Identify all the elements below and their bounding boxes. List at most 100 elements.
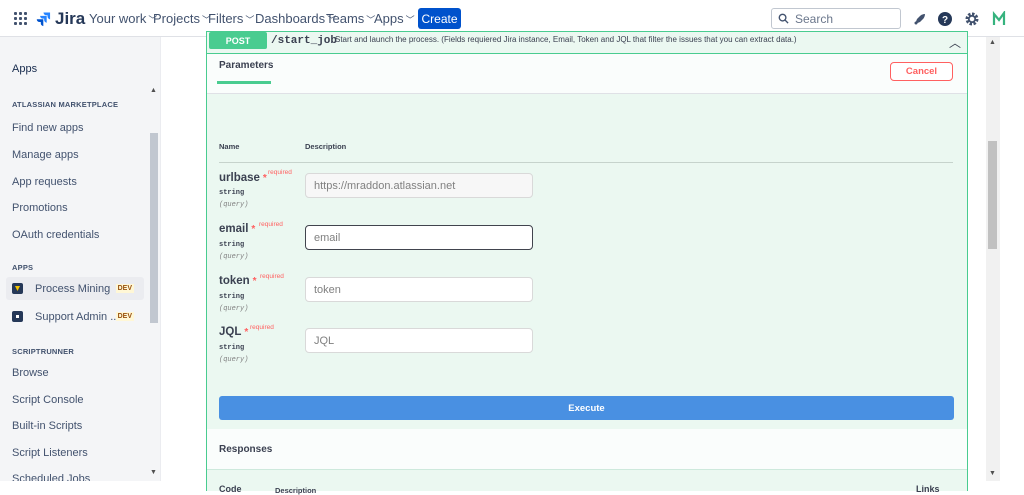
tab-underline xyxy=(217,81,271,84)
dev-badge: DEV xyxy=(115,284,134,293)
nav-teams[interactable]: Teams ﹀ xyxy=(326,11,375,26)
execute-button[interactable]: Execute xyxy=(219,396,954,420)
sidebar-scrollbar-thumb[interactable] xyxy=(150,133,158,323)
param-name-token: token * xyxy=(219,275,257,287)
section-heading-marketplace: ATLASSIAN MARKETPLACE xyxy=(12,100,119,109)
sidebar-item-find-new-apps[interactable]: Find new apps xyxy=(12,122,84,134)
svg-text:?: ? xyxy=(942,15,948,26)
sidebar-item-script-console[interactable]: Script Console xyxy=(12,394,84,406)
nav-projects[interactable]: Projects ﹀ xyxy=(153,11,211,26)
operation-header[interactable]: POST /start_job Start and launch the pro… xyxy=(207,32,967,54)
param-location: (query) xyxy=(219,305,249,313)
nav-apps[interactable]: Apps ﹀ xyxy=(374,11,415,26)
scroll-up-arrow-icon[interactable]: ▲ xyxy=(150,87,157,94)
required-label: required xyxy=(259,221,283,228)
nav-dashboards[interactable]: Dashboards ﹀ xyxy=(255,11,336,26)
nav-label: Dashboards xyxy=(255,11,326,26)
param-location: (query) xyxy=(219,201,249,209)
jira-logo-icon xyxy=(36,11,51,26)
nav-label: Filters xyxy=(208,11,244,26)
cancel-button[interactable]: Cancel xyxy=(890,62,953,81)
required-star: * xyxy=(251,224,256,235)
parameters-bar xyxy=(207,54,967,94)
page-scrollbar-thumb[interactable] xyxy=(988,141,997,249)
notifications-icon[interactable] xyxy=(912,11,928,27)
required-star: * xyxy=(252,276,257,287)
responses-col-description: Description xyxy=(275,486,317,495)
operation-summary: Start and launch the process. (Fields re… xyxy=(335,35,797,44)
param-type: string xyxy=(219,293,245,301)
responses-title: Responses xyxy=(219,444,273,455)
page-scrollbar[interactable] xyxy=(986,37,1000,481)
sidebar-item-oauth-credentials[interactable]: OAuth credentials xyxy=(12,229,99,241)
search-placeholder: Search xyxy=(795,11,834,26)
col-header-description: Description xyxy=(305,142,347,151)
sidebar-item-built-in-scripts[interactable]: Built-in Scripts xyxy=(12,420,82,432)
main-content: POST /start_job Start and launch the pro… xyxy=(162,31,986,495)
sidebar-item-browse[interactable]: Browse xyxy=(12,367,49,379)
param-type: string xyxy=(219,344,245,352)
support-admin-app-icon xyxy=(12,311,23,322)
sidebar: Apps ATLASSIAN MARKETPLACE Find new apps… xyxy=(0,37,161,481)
param-name: email xyxy=(219,223,249,235)
section-heading-apps: APPS xyxy=(12,263,34,272)
section-heading-scriptrunner: SCRIPTRUNNER xyxy=(12,347,74,356)
param-name-email: email * xyxy=(219,223,255,235)
nav-filters[interactable]: Filters ﹀ xyxy=(208,11,254,26)
nav-your-work[interactable]: Your work ﹀ xyxy=(89,11,157,26)
chevron-down-icon: ﹀ xyxy=(245,15,255,25)
sidebar-item-manage-apps[interactable]: Manage apps xyxy=(12,149,79,161)
email-input[interactable]: email xyxy=(305,225,533,250)
scroll-down-arrow-icon[interactable]: ▼ xyxy=(150,469,157,476)
required-label: required xyxy=(268,169,292,176)
responses-col-links: Links xyxy=(916,484,940,494)
param-name: urlbase xyxy=(219,172,260,184)
chevron-down-icon: ﹀ xyxy=(405,15,415,25)
divider xyxy=(219,162,953,163)
dev-badge: DEV xyxy=(115,312,134,321)
param-name: JQL xyxy=(219,326,242,338)
param-name: token xyxy=(219,275,250,287)
nav-label: Apps xyxy=(374,11,404,26)
divider xyxy=(207,469,967,470)
sidebar-item-app-requests[interactable]: App requests xyxy=(12,176,77,188)
sidebar-item-script-listeners[interactable]: Script Listeners xyxy=(12,447,88,459)
required-star: * xyxy=(262,173,267,184)
sidebar-item-process-mining[interactable]: Process Mining DEV xyxy=(6,277,144,300)
parameters-tab[interactable]: Parameters xyxy=(219,60,273,71)
jira-logo[interactable]: Jira xyxy=(36,9,85,29)
app-switcher-icon[interactable] xyxy=(14,12,27,25)
search-input[interactable]: Search xyxy=(771,8,901,29)
nav-label: Projects xyxy=(153,11,200,26)
sidebar-item-promotions[interactable]: Promotions xyxy=(12,202,68,214)
token-input[interactable]: token xyxy=(305,277,533,302)
process-mining-app-icon xyxy=(12,283,23,294)
responses-col-code: Code xyxy=(219,484,242,494)
settings-gear-icon[interactable] xyxy=(964,11,980,27)
user-avatar-icon[interactable] xyxy=(991,11,1007,27)
sidebar-item-scheduled-jobs[interactable]: Scheduled Jobs xyxy=(12,473,90,481)
responses-bar xyxy=(207,429,967,469)
operation-path: /start_job xyxy=(271,35,338,47)
collapse-chevron-icon[interactable]: ︿ xyxy=(949,34,961,51)
required-star: * xyxy=(244,327,249,338)
urlbase-input[interactable]: https://mraddon.atlassian.net xyxy=(305,173,533,198)
product-name: Jira xyxy=(55,9,86,28)
param-location: (query) xyxy=(219,356,249,364)
create-button[interactable]: Create xyxy=(418,8,461,29)
sidebar-item-label: Support Admin ... xyxy=(35,310,120,323)
sidebar-item-support-admin[interactable]: Support Admin ... DEV xyxy=(6,305,144,328)
search-icon xyxy=(778,13,789,24)
sidebar-item-label: Process Mining xyxy=(35,282,111,295)
operation-block: POST /start_job Start and launch the pro… xyxy=(206,31,968,495)
page-scroll-up-icon[interactable]: ▲ xyxy=(989,39,996,46)
required-label: required xyxy=(260,273,284,280)
required-label: required xyxy=(250,324,274,331)
jql-input[interactable]: JQL xyxy=(305,328,533,353)
page-scroll-down-icon[interactable]: ▼ xyxy=(989,470,996,477)
method-badge: POST xyxy=(209,32,267,49)
help-icon[interactable]: ? xyxy=(937,11,953,27)
param-type: string xyxy=(219,189,245,197)
param-name-jql: JQL * xyxy=(219,326,248,338)
param-name-urlbase: urlbase * xyxy=(219,172,267,184)
